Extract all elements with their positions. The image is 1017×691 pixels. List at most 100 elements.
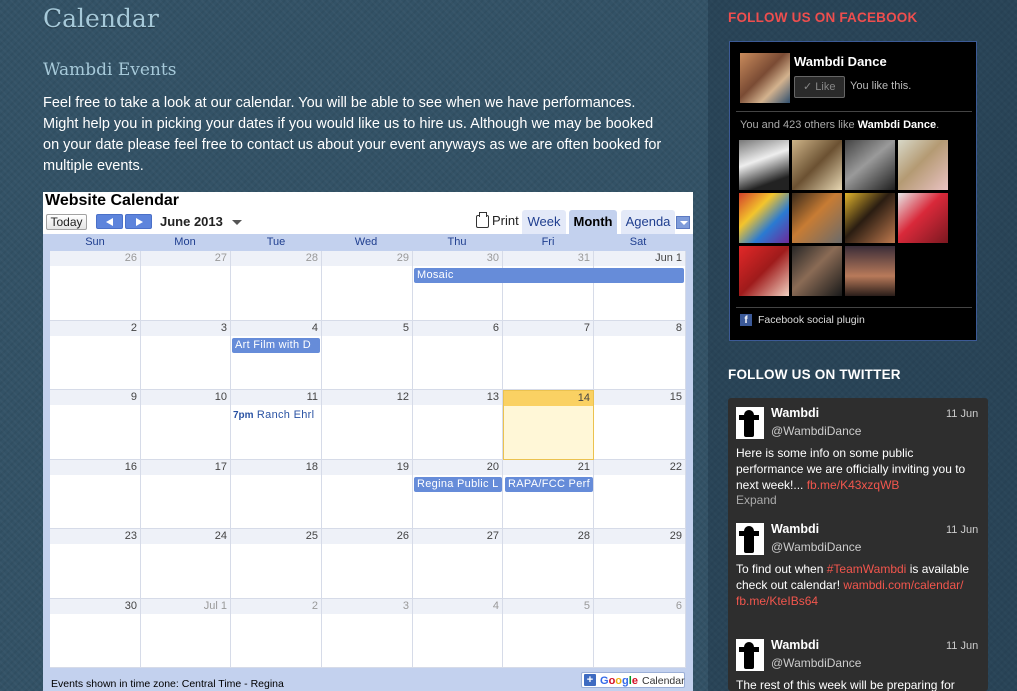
day-cell[interactable]: 4 xyxy=(413,599,503,668)
tweet-author-name[interactable]: Wambdi xyxy=(771,638,819,652)
day-cell[interactable]: 29 xyxy=(322,251,413,321)
day-header-bar xyxy=(322,599,412,614)
today-button[interactable]: Today xyxy=(46,214,87,230)
fan-photo[interactable] xyxy=(739,193,789,243)
previous-month-button[interactable] xyxy=(96,214,123,229)
day-cell[interactable]: 23 xyxy=(50,529,141,599)
day-cell[interactable]: 4 xyxy=(231,321,322,390)
day-number: 30 xyxy=(486,252,499,264)
day-cell[interactable]: 7 xyxy=(503,321,594,390)
day-cell[interactable]: 5 xyxy=(322,321,413,390)
tweet-author-handle[interactable]: @WambdiDance xyxy=(771,424,861,438)
fan-photo[interactable] xyxy=(792,246,842,296)
tweet-link[interactable]: fb.me/K43xzqWB xyxy=(807,478,900,492)
calendar-event[interactable]: Mosaic xyxy=(414,268,684,283)
day-cell[interactable]: 28 xyxy=(503,529,594,599)
facebook-page-avatar[interactable] xyxy=(740,53,790,103)
day-cell[interactable]: 20 xyxy=(413,460,503,529)
facebook-page-link[interactable]: Wambdi Dance xyxy=(858,119,936,131)
day-cell[interactable]: 11 xyxy=(231,390,322,460)
facebook-plugin-label[interactable]: Facebook social plugin xyxy=(758,314,865,326)
day-cell[interactable]: 9 xyxy=(50,390,141,460)
tweet-date[interactable]: 11 Jun xyxy=(946,524,978,536)
tweet-author-handle[interactable]: @WambdiDance xyxy=(771,656,861,670)
day-cell[interactable]: 25 xyxy=(231,529,322,599)
day-cell-today[interactable]: 14 xyxy=(503,390,594,460)
fan-photo[interactable] xyxy=(845,140,895,190)
day-cell[interactable]: 15 xyxy=(594,390,686,460)
tweet-expand-link[interactable]: Expand xyxy=(736,493,777,507)
day-cell[interactable]: 13 xyxy=(413,390,503,460)
tweet-author-handle[interactable]: @WambdiDance xyxy=(771,540,861,554)
calendar-event[interactable]: RAPA/FCC Perf xyxy=(505,477,593,492)
day-cell[interactable]: 6 xyxy=(594,599,686,668)
calendar-event[interactable]: Art Film with D xyxy=(232,338,320,353)
day-cell[interactable]: 21 xyxy=(503,460,594,529)
day-cell[interactable]: 27 xyxy=(413,529,503,599)
facebook-page-name[interactable]: Wambdi Dance xyxy=(794,54,887,69)
calendar-event[interactable]: 7pm Ranch Ehrl xyxy=(233,409,320,421)
day-cell[interactable]: 29 xyxy=(594,529,686,599)
day-cell[interactable]: 3 xyxy=(141,321,231,390)
printer-icon[interactable] xyxy=(476,212,489,228)
fan-photo[interactable] xyxy=(739,140,789,190)
day-cell[interactable]: 5 xyxy=(503,599,594,668)
day-cell[interactable]: 6 xyxy=(413,321,503,390)
day-cell[interactable]: Jun 1 xyxy=(594,251,686,321)
fan-photo[interactable] xyxy=(898,193,948,243)
day-cell[interactable]: 26 xyxy=(322,529,413,599)
fan-photo[interactable] xyxy=(898,140,948,190)
day-cell[interactable]: 22 xyxy=(594,460,686,529)
day-number: 5 xyxy=(583,600,590,612)
fan-photo[interactable] xyxy=(739,246,789,296)
day-cell[interactable]: 2 xyxy=(231,599,322,668)
print-link[interactable]: Print xyxy=(492,213,519,228)
day-cell[interactable]: 17 xyxy=(141,460,231,529)
tweet-date[interactable]: 11 Jun xyxy=(946,640,978,652)
day-cell[interactable]: 18 xyxy=(231,460,322,529)
day-cell[interactable]: 12 xyxy=(322,390,413,460)
tweet-link[interactable]: wambdi.com/calendar/ xyxy=(843,578,963,592)
day-cell[interactable]: 30 xyxy=(50,599,141,668)
fan-photo[interactable] xyxy=(845,193,895,243)
tweet-author-name[interactable]: Wambdi xyxy=(771,522,819,536)
calendar-event[interactable]: Regina Public L xyxy=(414,477,502,492)
day-cell[interactable]: 30 xyxy=(413,251,503,321)
fan-photo[interactable] xyxy=(845,246,895,296)
fan-photo[interactable] xyxy=(792,140,842,190)
day-number: 3 xyxy=(402,600,409,612)
twitter-heading: FOLLOW US ON TWITTER xyxy=(728,367,901,382)
tweet-author-name[interactable]: Wambdi xyxy=(771,406,819,420)
day-cell[interactable]: 27 xyxy=(141,251,231,321)
day-cell[interactable]: 16 xyxy=(50,460,141,529)
twitter-avatar[interactable] xyxy=(736,523,764,555)
tab-agenda[interactable]: Agenda xyxy=(621,210,675,234)
tweet-hashtag[interactable]: #TeamWambdi xyxy=(827,562,907,576)
agenda-dropdown-icon[interactable] xyxy=(676,216,690,229)
twitter-avatar[interactable] xyxy=(736,407,764,439)
day-cell[interactable]: Jul 1 xyxy=(141,599,231,668)
day-cell[interactable]: 8 xyxy=(594,321,686,390)
tab-week[interactable]: Week xyxy=(522,210,566,234)
twitter-avatar[interactable] xyxy=(736,639,764,671)
day-number: 14 xyxy=(577,392,590,404)
facebook-heading: FOLLOW US ON FACEBOOK xyxy=(728,10,918,25)
twitter-timeline: Wambdi @WambdiDance 11 Jun Here is some … xyxy=(728,398,988,691)
day-cell[interactable]: 19 xyxy=(322,460,413,529)
add-to-google-calendar-button[interactable]: + Google Calendar xyxy=(581,672,685,688)
day-cell[interactable]: 3 xyxy=(322,599,413,668)
month-dropdown-icon[interactable] xyxy=(232,220,242,225)
day-cell[interactable]: 28 xyxy=(231,251,322,321)
day-cell[interactable]: 26 xyxy=(50,251,141,321)
facebook-like-button[interactable]: ✓ Like xyxy=(794,76,845,98)
next-month-button[interactable] xyxy=(125,214,152,229)
tab-month[interactable]: Month xyxy=(569,210,617,234)
day-cell[interactable]: 10 xyxy=(141,390,231,460)
day-cell[interactable]: 2 xyxy=(50,321,141,390)
day-number: 24 xyxy=(214,530,227,542)
fan-photo[interactable] xyxy=(792,193,842,243)
day-cell[interactable]: 31 xyxy=(503,251,594,321)
day-cell[interactable]: 24 xyxy=(141,529,231,599)
tweet-date[interactable]: 11 Jun xyxy=(946,408,978,420)
tweet-link[interactable]: fb.me/KteIBs64 xyxy=(736,594,818,608)
